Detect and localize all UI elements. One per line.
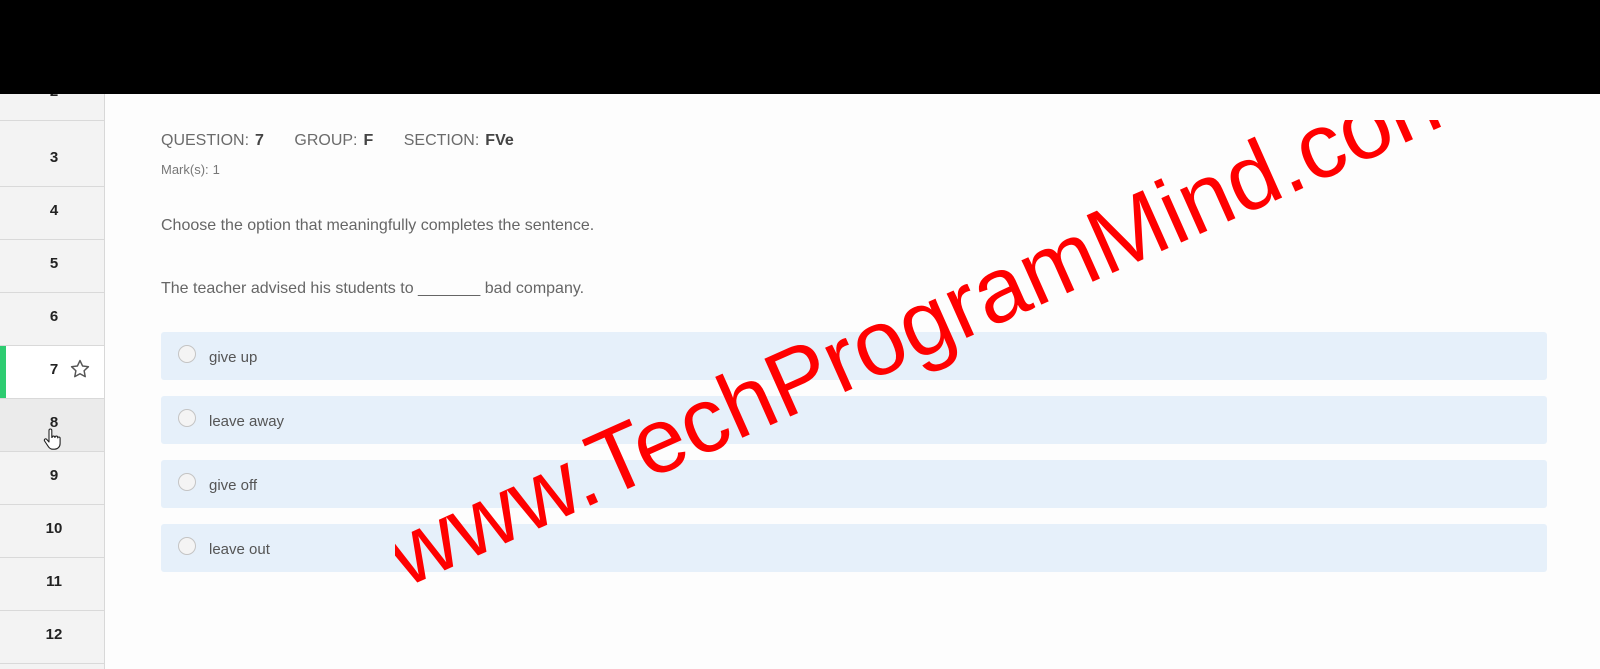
sidebar-item-7[interactable]: 7 (0, 346, 104, 399)
question-number: 5 (49, 255, 59, 272)
group-value: F (363, 132, 374, 149)
option-radio[interactable] (178, 537, 196, 555)
option-4[interactable]: leave out (161, 524, 1547, 572)
sidebar-item-9[interactable]: 9 (0, 452, 104, 505)
question-number-value: 7 (255, 132, 264, 149)
option-label: give up (209, 349, 258, 366)
sidebar-item-3[interactable]: 3 (0, 134, 104, 187)
option-label: leave away (209, 413, 285, 430)
option-2[interactable]: leave away (161, 396, 1547, 444)
sidebar-item-10[interactable]: 10 (0, 505, 104, 558)
star-outline-icon[interactable] (69, 358, 91, 380)
question-number: 12 (45, 626, 63, 643)
question-meta: QUESTION: 7 GROUP: F SECTION: FVe (161, 132, 540, 150)
option-3[interactable]: give off (161, 460, 1547, 508)
hand-cursor-icon (43, 428, 61, 450)
option-label: leave out (209, 541, 270, 558)
marks-value: 1 (212, 162, 220, 177)
option-radio[interactable] (178, 409, 196, 427)
marks-info: Mark(s): 1 (161, 162, 220, 177)
question-number: 10 (45, 520, 63, 537)
option-label: give off (209, 477, 258, 494)
sidebar-item-2[interactable]: 2 (0, 94, 104, 121)
question-instruction: Choose the option that meaningfully comp… (161, 217, 595, 234)
question-number: 11 (46, 573, 62, 590)
sidebar-item-12[interactable]: 12 (0, 611, 104, 664)
sidebar-item-8[interactable]: 8 (0, 399, 104, 452)
question-text: The teacher advised his students to ____… (161, 280, 585, 297)
section-value: FVe (485, 132, 514, 149)
option-radio[interactable] (178, 473, 196, 491)
marks-label: Mark(s): (161, 162, 209, 177)
sidebar-item-11[interactable]: 11 (0, 558, 104, 611)
question-number: 6 (49, 308, 59, 325)
question-label: QUESTION: (161, 132, 250, 149)
question-number: 3 (49, 149, 59, 166)
question-number: 4 (49, 202, 59, 219)
sidebar-item-6[interactable]: 6 (0, 293, 104, 346)
option-1[interactable]: give up (161, 332, 1547, 380)
sidebar-item-4[interactable]: 4 (0, 187, 104, 240)
group-label: GROUP: (294, 132, 358, 149)
sidebar-item-5[interactable]: 5 (0, 240, 104, 293)
option-radio[interactable] (178, 345, 196, 363)
question-number: 9 (49, 467, 59, 484)
question-navigator: 2 3 4 5 6 7 8 9 10 11 12 (0, 94, 105, 669)
question-panel: QUESTION: 7 GROUP: F SECTION: FVe Mark(s): 1… (105, 94, 1600, 669)
top-bar (0, 0, 1600, 94)
question-number: 2 (0, 94, 104, 100)
section-label: SECTION: (403, 132, 480, 149)
